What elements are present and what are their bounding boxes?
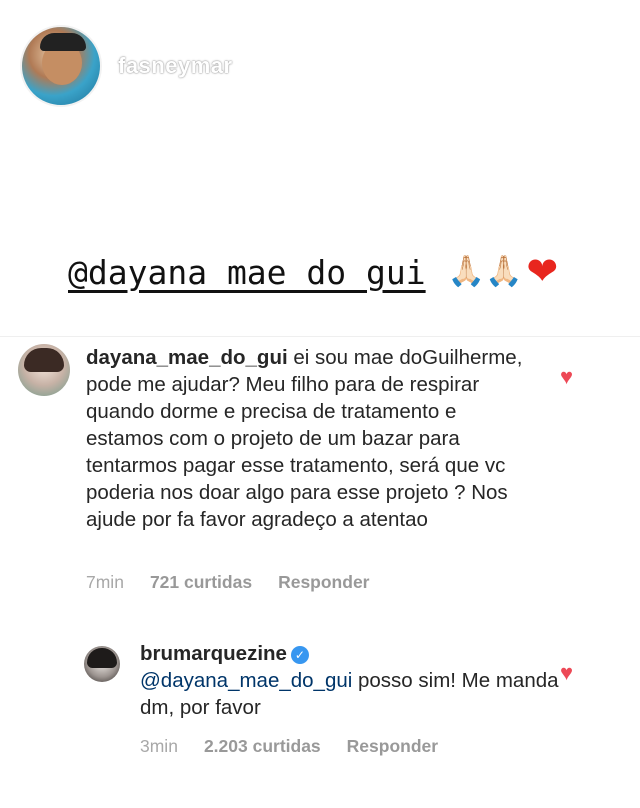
red-heart-icon: ❤ xyxy=(526,251,559,293)
avatar[interactable] xyxy=(84,646,120,682)
comment-time: 3min xyxy=(140,736,178,756)
comment-mention-link[interactable]: @dayana_mae_do_gui xyxy=(140,669,352,692)
divider xyxy=(0,336,640,337)
comment-username[interactable]: brumarquezine xyxy=(140,642,287,665)
avatar-cap xyxy=(40,33,86,51)
avatar-hair xyxy=(24,348,64,372)
like-heart-icon[interactable]: ♥ xyxy=(560,662,573,684)
comment-content: ei sou mae doGuilherme, pode me ajudar? … xyxy=(86,346,523,531)
comment-text: dayana_mae_do_gui ei sou mae doGuilherme… xyxy=(86,344,534,533)
story-avatar[interactable] xyxy=(20,25,102,107)
comment-meta: 3min 2.203 curtidas Responder xyxy=(140,736,438,757)
story-username[interactable]: fasneymar xyxy=(118,53,233,79)
story-header: fasneymar xyxy=(20,24,233,108)
comment-time: 7min xyxy=(86,572,124,592)
comment-username[interactable]: dayana_mae_do_gui xyxy=(86,346,288,369)
reply-button[interactable]: Responder xyxy=(347,736,438,757)
praying-hands-icon: 🙏🏻🙏🏻 xyxy=(447,255,523,288)
comment-likes[interactable]: 2.203 curtidas xyxy=(204,736,321,757)
avatar-hair xyxy=(87,648,117,668)
avatar[interactable] xyxy=(18,344,70,396)
story-emojis: 🙏🏻🙏🏻 ❤ xyxy=(448,253,559,291)
comment-likes[interactable]: 721 curtidas xyxy=(150,572,252,593)
verified-badge-icon: ✓ xyxy=(290,646,309,664)
like-heart-icon[interactable]: ♥ xyxy=(560,366,573,388)
comment-text: brumarquezine ✓ @dayana_mae_do_gui posso … xyxy=(140,640,560,721)
comment-meta: 7min 721 curtidas Responder xyxy=(86,572,369,593)
reply-button[interactable]: Responder xyxy=(278,572,369,593)
story-mention-sticker[interactable]: @dayana_mae_do_gui xyxy=(68,253,426,292)
story-mention-row: @dayana_mae_do_gui 🙏🏻🙏🏻 ❤ xyxy=(68,248,558,296)
